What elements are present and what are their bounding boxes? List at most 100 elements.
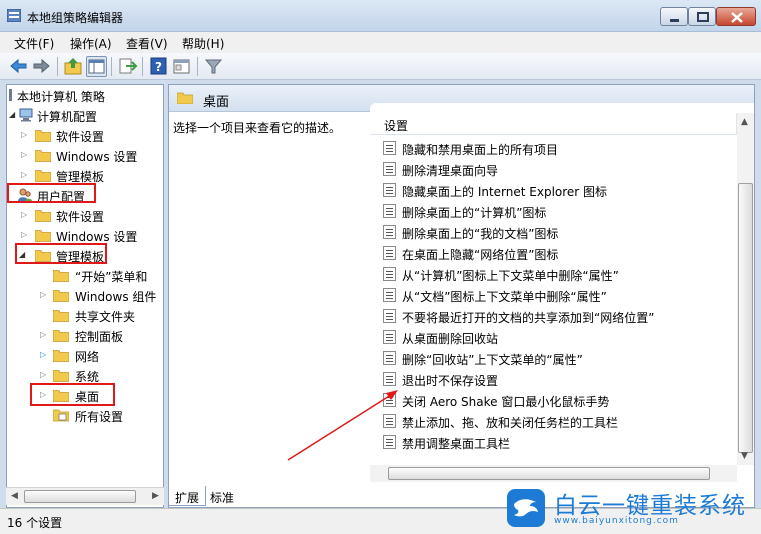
setting-label: 从“计算机”图标上下文菜单中删除“属性” xyxy=(402,269,619,283)
scroll-right-icon[interactable]: ▶ xyxy=(152,491,159,501)
up-button[interactable] xyxy=(63,56,84,77)
policy-setting-icon xyxy=(383,351,396,365)
policy-setting-icon xyxy=(383,393,396,407)
settings-list: 设置 隐藏和禁用桌面上的所有项目 删除清理桌面向导 隐藏桌面上的 Internet … xyxy=(370,103,754,507)
expand-triangle-icon[interactable]: ▷ xyxy=(21,205,31,225)
menu-help[interactable]: 帮助(H) xyxy=(182,35,224,52)
computer-icon xyxy=(19,108,33,122)
highlight-user-config xyxy=(7,183,96,203)
folder-icon xyxy=(35,150,51,162)
tree-horizontal-scrollbar[interactable]: ◀ ▶ xyxy=(6,487,164,505)
scroll-thumb[interactable] xyxy=(388,467,710,480)
minimize-icon xyxy=(670,19,679,22)
menu-action[interactable]: 操作(A) xyxy=(70,35,112,52)
close-icon xyxy=(731,12,743,23)
menu-view[interactable]: 查看(V) xyxy=(126,35,168,52)
folder-icon xyxy=(53,310,69,322)
tree-label: 共享文件夹 xyxy=(75,310,136,324)
help-button[interactable]: ? xyxy=(148,56,169,77)
setting-label: 禁用调整桌面工具栏 xyxy=(402,437,511,451)
tree-label: Windows 设置 xyxy=(56,150,138,164)
policy-setting-icon xyxy=(383,141,396,155)
maximize-icon xyxy=(697,12,709,22)
details-title: 桌面 xyxy=(203,95,230,110)
collapse-triangle-icon[interactable]: ◢ xyxy=(9,105,19,125)
watermark-url: www.baiyunxitong.com xyxy=(554,516,679,526)
folder-icon xyxy=(53,270,69,282)
expand-triangle-icon[interactable]: ▷ xyxy=(40,345,50,365)
setting-label: 删除“回收站”上下文菜单的“属性” xyxy=(402,353,583,367)
policy-setting-icon xyxy=(383,435,396,449)
policy-setting-icon xyxy=(383,183,396,197)
expand-triangle-icon[interactable]: ▷ xyxy=(40,365,50,385)
toolbar-separator xyxy=(197,57,198,76)
highlight-desktop xyxy=(30,383,115,406)
title-bar: 本地组策略编辑器 xyxy=(0,0,761,32)
maximize-button[interactable] xyxy=(688,7,716,26)
tree-pane: 本地计算机 策略 ◢ 计算机配置 ▷ 软件设置 ▷ Windows 设置 ▷ 管… xyxy=(6,84,164,508)
toolbar-separator xyxy=(142,57,143,76)
menu-file[interactable]: 文件(F) xyxy=(14,35,54,52)
tab-standard[interactable]: 标准 xyxy=(208,486,248,506)
setting-label: 删除桌面上的“计算机”图标 xyxy=(402,206,547,220)
close-button[interactable] xyxy=(716,7,756,26)
tab-extended[interactable]: 扩展 xyxy=(168,486,206,506)
watermark-logo xyxy=(507,489,545,527)
expand-triangle-icon[interactable]: ▷ xyxy=(40,285,50,305)
all-settings-icon xyxy=(53,409,69,422)
toolbar: ? xyxy=(0,53,761,80)
expand-triangle-icon[interactable]: ▷ xyxy=(21,125,31,145)
folder-icon xyxy=(53,290,69,302)
expand-triangle-icon[interactable]: ▷ xyxy=(21,225,31,245)
forward-button[interactable] xyxy=(31,56,52,77)
scroll-up-icon[interactable]: ▲ xyxy=(741,117,748,127)
setting-label: 从“文档”图标上下文菜单中删除“属性” xyxy=(402,290,607,304)
folder-icon xyxy=(35,210,51,222)
tree-label: Windows 组件 xyxy=(75,290,157,304)
list-vertical-scrollbar[interactable]: ▲ ▼ xyxy=(737,113,754,465)
column-header-setting[interactable]: 设置 xyxy=(370,113,737,135)
policy-editor-icon xyxy=(7,9,21,22)
policy-setting-icon xyxy=(383,309,396,323)
setting-label: 隐藏桌面上的 Internet Explorer 图标 xyxy=(402,185,608,199)
policy-setting-icon xyxy=(383,414,396,428)
folder-icon xyxy=(35,170,51,182)
forward-arrow-icon xyxy=(33,58,50,74)
show-hide-tree-button[interactable] xyxy=(86,56,107,77)
toolbar-separator xyxy=(57,57,58,76)
policy-setting-icon xyxy=(383,288,396,302)
tree-label: 本地计算机 策略 xyxy=(17,90,105,104)
minimize-button[interactable] xyxy=(660,7,688,26)
back-arrow-icon xyxy=(10,58,27,74)
scroll-down-icon[interactable]: ▼ xyxy=(741,451,748,461)
tree-label: 软件设置 xyxy=(56,210,105,224)
properties-button[interactable] xyxy=(171,56,192,77)
expand-triangle-icon[interactable]: ▷ xyxy=(21,145,31,165)
highlight-admin-templates xyxy=(15,243,107,264)
scroll-thumb[interactable] xyxy=(24,490,136,503)
up-folder-icon xyxy=(64,58,82,75)
folder-icon xyxy=(53,330,69,342)
policy-setting-icon xyxy=(383,330,396,344)
policy-setting-icon xyxy=(383,162,396,176)
tree-label: 计算机配置 xyxy=(37,110,98,124)
setting-label: 删除桌面上的“我的文档”图标 xyxy=(402,227,559,241)
column-header-label: 设置 xyxy=(384,119,409,133)
back-button[interactable] xyxy=(8,56,29,77)
details-pane: 桌面 选择一个项目来查看它的描述。 设置 隐藏和禁用桌面上的所有项目 删除清理桌面… xyxy=(168,84,755,508)
folder-icon xyxy=(53,350,69,362)
scroll-left-icon[interactable]: ◀ xyxy=(11,491,18,501)
scroll-thumb[interactable] xyxy=(738,183,753,453)
filter-button[interactable] xyxy=(203,56,224,77)
export-list-button[interactable] xyxy=(117,56,138,77)
setting-label: 关闭 Aero Shake 窗口最小化鼠标手势 xyxy=(402,395,610,409)
show-hide-tree-icon xyxy=(88,59,105,74)
filter-icon xyxy=(204,59,223,74)
expand-triangle-icon[interactable]: ▷ xyxy=(21,165,31,185)
folder-icon xyxy=(177,92,193,104)
help-icon: ? xyxy=(150,57,167,75)
expand-triangle-icon[interactable]: ▷ xyxy=(40,325,50,345)
setting-label: 删除清理桌面向导 xyxy=(402,164,499,178)
list-horizontal-scrollbar[interactable] xyxy=(370,465,737,482)
tree-label: 网络 xyxy=(75,350,100,364)
